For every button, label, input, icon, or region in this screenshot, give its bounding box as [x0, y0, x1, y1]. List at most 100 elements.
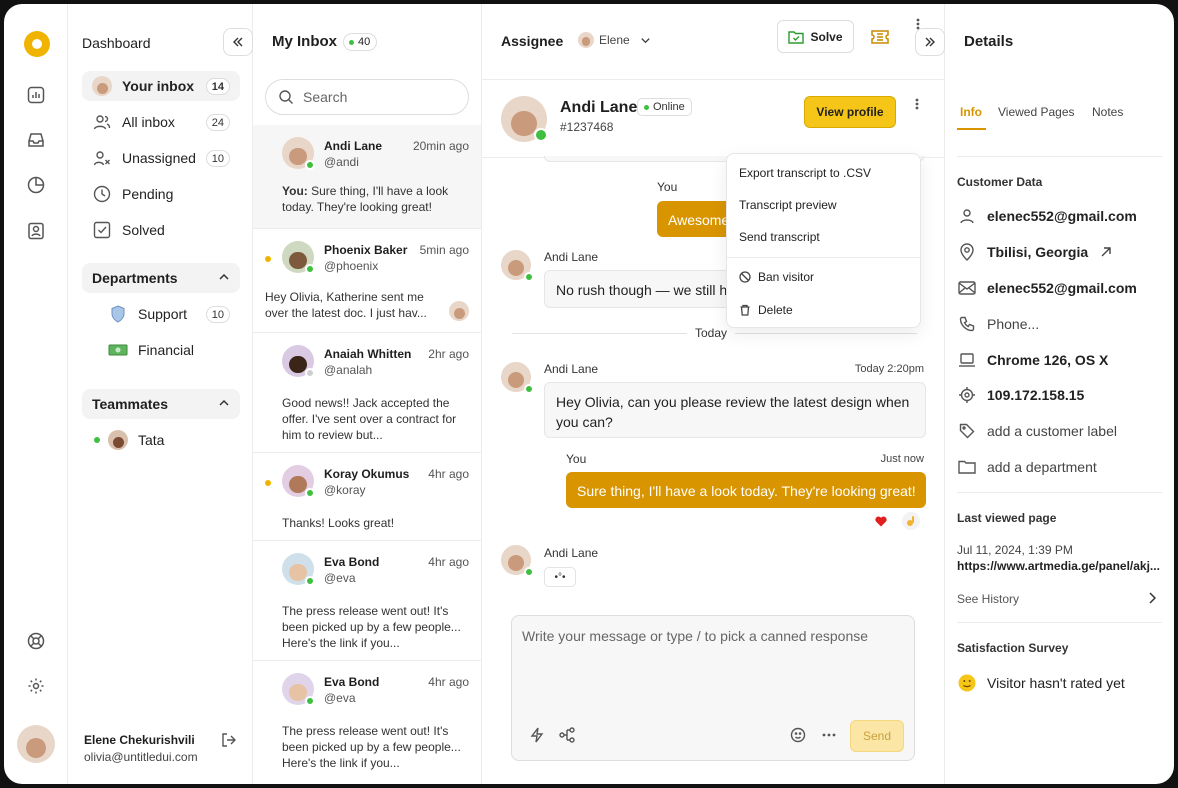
lightning-icon[interactable]	[528, 726, 546, 744]
nav-item-financial[interactable]: Financial	[82, 335, 240, 365]
user-x-icon	[92, 148, 112, 168]
user-avatar[interactable]	[17, 725, 55, 763]
nav-item-label: Solved	[122, 222, 165, 238]
help-icon[interactable]	[26, 631, 46, 651]
conversation-item[interactable]: Anaiah Whitten @analah 2hr ago Good news…	[253, 333, 481, 453]
menu-item-export-csv[interactable]: Export transcript to .CSV	[739, 166, 871, 180]
assignee-select[interactable]: Elene	[578, 32, 651, 48]
preview-text: Sure thing, I'll have a look today. They…	[282, 184, 449, 214]
view-profile-button[interactable]: View profile	[804, 96, 896, 128]
ticket-icon[interactable]	[869, 27, 891, 47]
conversation-item[interactable]: Phoenix Baker @phoenix 5min ago Hey Oliv…	[253, 229, 481, 333]
trash-icon	[739, 304, 751, 316]
last-viewed-url[interactable]: https://www.artmedia.ge/panel/akj...	[957, 559, 1167, 573]
inbox-count-badge: 40	[343, 33, 378, 51]
chevron-up-icon	[218, 397, 230, 409]
nav-item-your-inbox[interactable]: Your inbox 14	[82, 71, 240, 101]
menu-item-transcript-preview[interactable]: Transcript preview	[739, 198, 837, 212]
customer-browser: Chrome 126, OS X	[987, 352, 1109, 368]
online-dot	[94, 437, 100, 443]
assignee-name: Elene	[599, 33, 630, 47]
customer-phone: Phone...	[987, 316, 1040, 332]
pie-chart-icon[interactable]	[26, 175, 46, 195]
expand-details-button[interactable]	[915, 28, 945, 56]
flow-icon[interactable]	[558, 726, 576, 744]
conversation-name: Andi Lane	[324, 139, 383, 153]
message-sender: You	[657, 180, 678, 194]
settings-icon[interactable]	[26, 676, 46, 696]
customer-department-row[interactable]: add a department	[957, 457, 1097, 477]
clock-icon	[92, 184, 112, 204]
contact-id: #1237468	[560, 120, 614, 134]
nav-item-solved[interactable]: Solved	[82, 215, 240, 245]
conversation-item[interactable]: Andi Lane @andi 20min ago You: Sure thin…	[253, 125, 481, 229]
conversation-item[interactable]: Koray Okumus @koray 4hr ago Thanks! Look…	[253, 453, 481, 541]
nav-item-unassigned[interactable]: Unassigned 10	[82, 143, 240, 173]
conversation-item[interactable]: Eva Bond @eva 4hr ago The press release …	[253, 661, 481, 784]
status-badge: Online	[637, 98, 692, 116]
contacts-icon[interactable]	[26, 221, 46, 241]
online-dot	[305, 160, 315, 170]
logout-icon[interactable]	[219, 730, 239, 750]
customer-email-2-row[interactable]: elenec552@gmail.com	[957, 278, 1137, 298]
customer-email-row[interactable]: elenec552@gmail.com	[957, 206, 1137, 226]
section-title: Teammates	[92, 396, 169, 412]
count-badge: 10	[205, 306, 230, 323]
conversation-preview: Thanks! Looks great!	[282, 516, 395, 530]
more-horizontal-icon[interactable]	[820, 726, 838, 744]
phone-icon	[957, 314, 977, 334]
count-badge: 24	[205, 114, 230, 131]
customer-ip-row: 109.172.158.15	[957, 385, 1084, 405]
customer-location-row[interactable]: Tbilisi, Georgia	[957, 242, 1112, 262]
icon-rail	[4, 4, 68, 784]
chart-icon[interactable]	[26, 85, 46, 105]
tab-info[interactable]: Info	[960, 105, 982, 119]
composer-placeholder: Write your message or type / to pick a c…	[522, 628, 869, 644]
menu-item-label: Delete	[758, 303, 793, 317]
nav-item-pending[interactable]: Pending	[82, 179, 240, 209]
chevron-down-icon	[640, 35, 651, 46]
teammate-name: Tata	[138, 432, 165, 448]
check-square-icon	[92, 220, 112, 240]
online-dot	[305, 696, 315, 706]
menu-item-send-transcript[interactable]: Send transcript	[739, 230, 820, 244]
send-button[interactable]: Send	[850, 720, 904, 752]
nav-item-support[interactable]: Support 10	[82, 299, 240, 329]
preview-prefix: You:	[282, 184, 308, 198]
nav-panel: Dashboard Your inbox 14 All inbox 24 Una…	[68, 4, 253, 784]
menu-divider	[727, 257, 920, 258]
search-input[interactable]: Search	[265, 79, 469, 115]
customer-label-row[interactable]: add a customer label	[957, 421, 1117, 441]
customer-location: Tbilisi, Georgia	[987, 244, 1089, 260]
menu-item-delete[interactable]: Delete	[739, 303, 793, 317]
message-composer[interactable]: Write your message or type / to pick a c…	[511, 615, 915, 761]
conversation-handle: @andi	[324, 155, 359, 169]
customer-phone-row[interactable]: Phone...	[957, 314, 1039, 334]
chevron-right-icon[interactable]	[1145, 591, 1159, 605]
message-sender: Andi Lane	[544, 250, 599, 264]
tab-notes[interactable]: Notes	[1092, 105, 1123, 119]
collapse-sidebar-button[interactable]	[223, 28, 253, 56]
see-history-link[interactable]: See History	[957, 592, 1019, 606]
more-vertical-icon[interactable]	[912, 97, 922, 111]
ok-hand-reaction-icon[interactable]	[902, 512, 920, 530]
tab-viewed-pages[interactable]: Viewed Pages	[998, 105, 1075, 119]
divider	[957, 156, 1162, 157]
conversation-name: Koray Okumus	[324, 467, 410, 481]
solve-button[interactable]: Solve	[777, 20, 854, 53]
teammate-tata[interactable]: Tata	[82, 425, 240, 455]
conversation-name: Eva Bond	[324, 675, 380, 689]
inbox-icon[interactable]	[26, 130, 46, 150]
emoji-icon[interactable]	[789, 726, 807, 744]
customer-ip: 109.172.158.15	[987, 387, 1085, 403]
conversation-handle: @eva	[324, 691, 356, 705]
heart-reaction-icon[interactable]	[872, 512, 890, 530]
departments-section-header[interactable]: Departments	[82, 263, 240, 293]
chevrons-left-icon	[232, 36, 244, 48]
logo-icon[interactable]	[24, 31, 50, 57]
conversation-item[interactable]: Eva Bond @eva 4hr ago The press release …	[253, 541, 481, 661]
nav-item-all-inbox[interactable]: All inbox 24	[82, 107, 240, 137]
teammates-section-header[interactable]: Teammates	[82, 389, 240, 419]
menu-item-ban-visitor[interactable]: Ban visitor	[739, 270, 814, 284]
solve-label: Solve	[810, 29, 843, 44]
